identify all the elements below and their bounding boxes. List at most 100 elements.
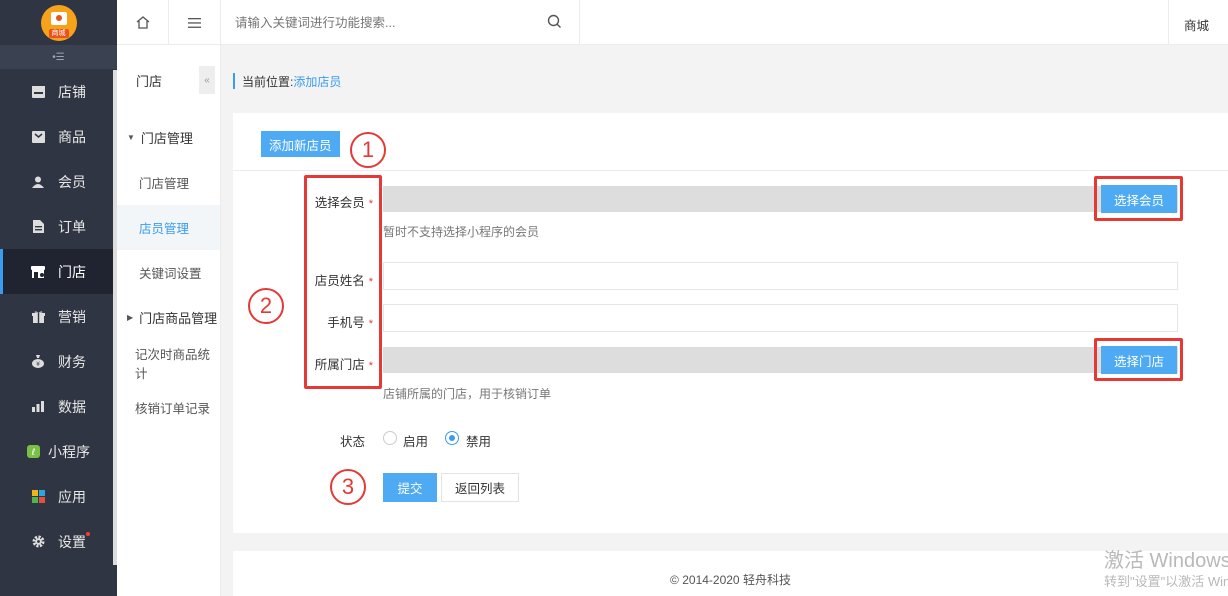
sidebar-item-member[interactable]: 会员: [0, 159, 117, 204]
submit-button[interactable]: 提交: [383, 473, 437, 502]
svg-text:¥: ¥: [36, 361, 40, 368]
sub-group-store-management[interactable]: ▼ 门店管理: [117, 115, 220, 160]
logo[interactable]: 商城: [40, 4, 77, 41]
windows-activation-hint: 转到"设置"以激活 Windows。: [1104, 574, 1228, 589]
sidebar-item-data[interactable]: 数据: [0, 384, 117, 429]
sidebar-item-goods[interactable]: 商品: [0, 114, 117, 159]
sub-item-staff-management[interactable]: 店员管理: [117, 205, 220, 250]
double-chevron-left-icon: «: [204, 74, 210, 86]
annotation-circle-3: 3: [330, 469, 366, 505]
breadcrumb-prefix: 当前位置:: [242, 74, 294, 89]
sidebar-item-settings[interactable]: 设置: [0, 519, 117, 564]
sidebar-item-label: 数据: [58, 398, 86, 415]
search-icon: [547, 14, 561, 28]
sidebar-item-label: 订单: [58, 218, 86, 235]
logo-text: 商城: [48, 28, 69, 38]
topbar-divider: [579, 0, 580, 45]
home-icon: [136, 16, 149, 29]
form-panel: 添加新店员 选择会员 * 选择会员 暂时不支持选择小程序的会员 店员姓名 * 手机号…: [233, 113, 1228, 533]
logo-area: 商城: [0, 0, 117, 45]
sub-group-label: 门店商品管理: [139, 311, 218, 326]
sidebar-item-label: 应用: [58, 488, 86, 505]
money-bag-icon: ¥: [31, 355, 45, 369]
top-bar: 商城: [117, 0, 1228, 45]
annotation-box-labels: [304, 175, 382, 389]
shop-icon: [31, 265, 45, 279]
panel-divider: [233, 170, 1228, 171]
sidebar-item-label: 店铺: [58, 83, 86, 100]
breadcrumb: 当前位置: 添加店员: [233, 73, 341, 89]
hamburger-icon: [188, 17, 201, 28]
annotation-box-store-button: [1094, 338, 1183, 381]
annotation-circle-1: 1: [350, 132, 386, 168]
sub-item-verification-records[interactable]: 核销订单记录: [117, 385, 220, 430]
phone-input[interactable]: [383, 304, 1178, 332]
topbar-divider: [1168, 0, 1169, 45]
sub-item-label: 店员管理: [139, 222, 190, 236]
sub-sidebar-title: 门店 «: [117, 45, 220, 115]
status-enable-radio[interactable]: [383, 431, 397, 445]
store-hint: 店铺所属的门店，用于核销订单: [383, 387, 552, 401]
status-label-text: 状态: [339, 435, 365, 449]
sidebar-item-label: 设置: [58, 533, 86, 550]
sidebar-scrollbar[interactable]: [113, 70, 117, 565]
topbar-shop-link[interactable]: 商城: [1184, 15, 1209, 34]
status-disable-label[interactable]: 禁用: [466, 431, 491, 450]
sub-sidebar: 门店 « ▼ 门店管理 门店管理 店员管理 关键词设置 ▶ 门店商品管理 记次时…: [117, 45, 221, 596]
sidebar-item-label: 营销: [58, 308, 86, 325]
sidebar-item-marketing[interactable]: 营销: [0, 294, 117, 339]
status-disable-radio[interactable]: [445, 431, 459, 445]
search-input[interactable]: [235, 0, 575, 45]
collapse-menu-icon: •☰: [52, 51, 65, 63]
caret-right-icon: ▶: [127, 313, 134, 322]
sidebar-item-label: 门店: [58, 263, 86, 280]
sub-item-store-management[interactable]: 门店管理: [117, 160, 220, 205]
sub-sidebar-collapse-button[interactable]: «: [199, 66, 215, 94]
sidebar-item-apps[interactable]: 应用: [0, 474, 117, 519]
sidebar-item-label: 商品: [58, 128, 86, 145]
gift-icon: [31, 310, 45, 324]
back-to-list-button[interactable]: 返回列表: [441, 473, 519, 502]
status-label: 状态: [275, 431, 365, 450]
member-hint: 暂时不支持选择小程序的会员: [383, 225, 540, 239]
sidebar-item-miniapp[interactable]: ℓ 小程序: [0, 429, 117, 474]
miniapp-icon: ℓ: [26, 445, 40, 459]
sub-group-label: 门店管理: [140, 131, 193, 146]
footer-copyright: © 2014-2020 轻舟科技: [670, 573, 791, 587]
annotation-circle-2: 2: [248, 288, 284, 324]
sub-item-keyword-settings[interactable]: 关键词设置: [117, 250, 220, 295]
sidebar-item-finance[interactable]: ¥ 财务: [0, 339, 117, 384]
store-field[interactable]: [383, 347, 1178, 373]
annotation-box-member-button: [1094, 176, 1183, 221]
main-sidebar: 商城 •☰ 店铺 商品 会员 订单 门店 营销 ¥ 财务 数据 ℓ 小程序 应用…: [0, 0, 117, 596]
sub-item-timed-goods-stats[interactable]: 记次时商品统计: [117, 340, 220, 385]
search-button[interactable]: [547, 14, 565, 32]
sub-item-label: 核销订单记录: [135, 402, 211, 416]
breadcrumb-current[interactable]: 添加店员: [293, 73, 341, 90]
staff-name-input[interactable]: [383, 262, 1178, 290]
sidebar-item-label: 财务: [58, 353, 86, 370]
apps-icon: [31, 490, 45, 504]
windows-activation-watermark: 激活 Windows: [1104, 550, 1228, 572]
sub-group-store-goods[interactable]: ▶ 门店商品管理: [117, 295, 220, 340]
sidebar-item-store[interactable]: 店铺: [0, 69, 117, 114]
member-field[interactable]: [383, 186, 1178, 212]
footer: © 2014-2020 轻舟科技: [233, 551, 1228, 596]
logo-house-icon: [50, 11, 67, 25]
sub-sidebar-title-text: 门店: [136, 73, 163, 89]
menu-toggle-button[interactable]: [169, 0, 221, 45]
goods-icon: [31, 130, 45, 144]
svg-text:ℓ: ℓ: [30, 448, 35, 458]
caret-down-icon: ▼: [127, 133, 135, 142]
store-icon: [31, 85, 45, 99]
sidebar-collapse-toggle[interactable]: •☰: [0, 45, 117, 69]
sidebar-item-shop[interactable]: 门店: [0, 249, 117, 294]
sidebar-item-order[interactable]: 订单: [0, 204, 117, 249]
chart-icon: [31, 400, 45, 414]
home-button[interactable]: [117, 0, 169, 45]
settings-notification-dot: [86, 532, 90, 536]
add-staff-button[interactable]: 添加新店员: [261, 131, 340, 157]
status-enable-label[interactable]: 启用: [403, 431, 428, 450]
order-icon: [31, 220, 45, 234]
gear-icon: [31, 535, 45, 549]
